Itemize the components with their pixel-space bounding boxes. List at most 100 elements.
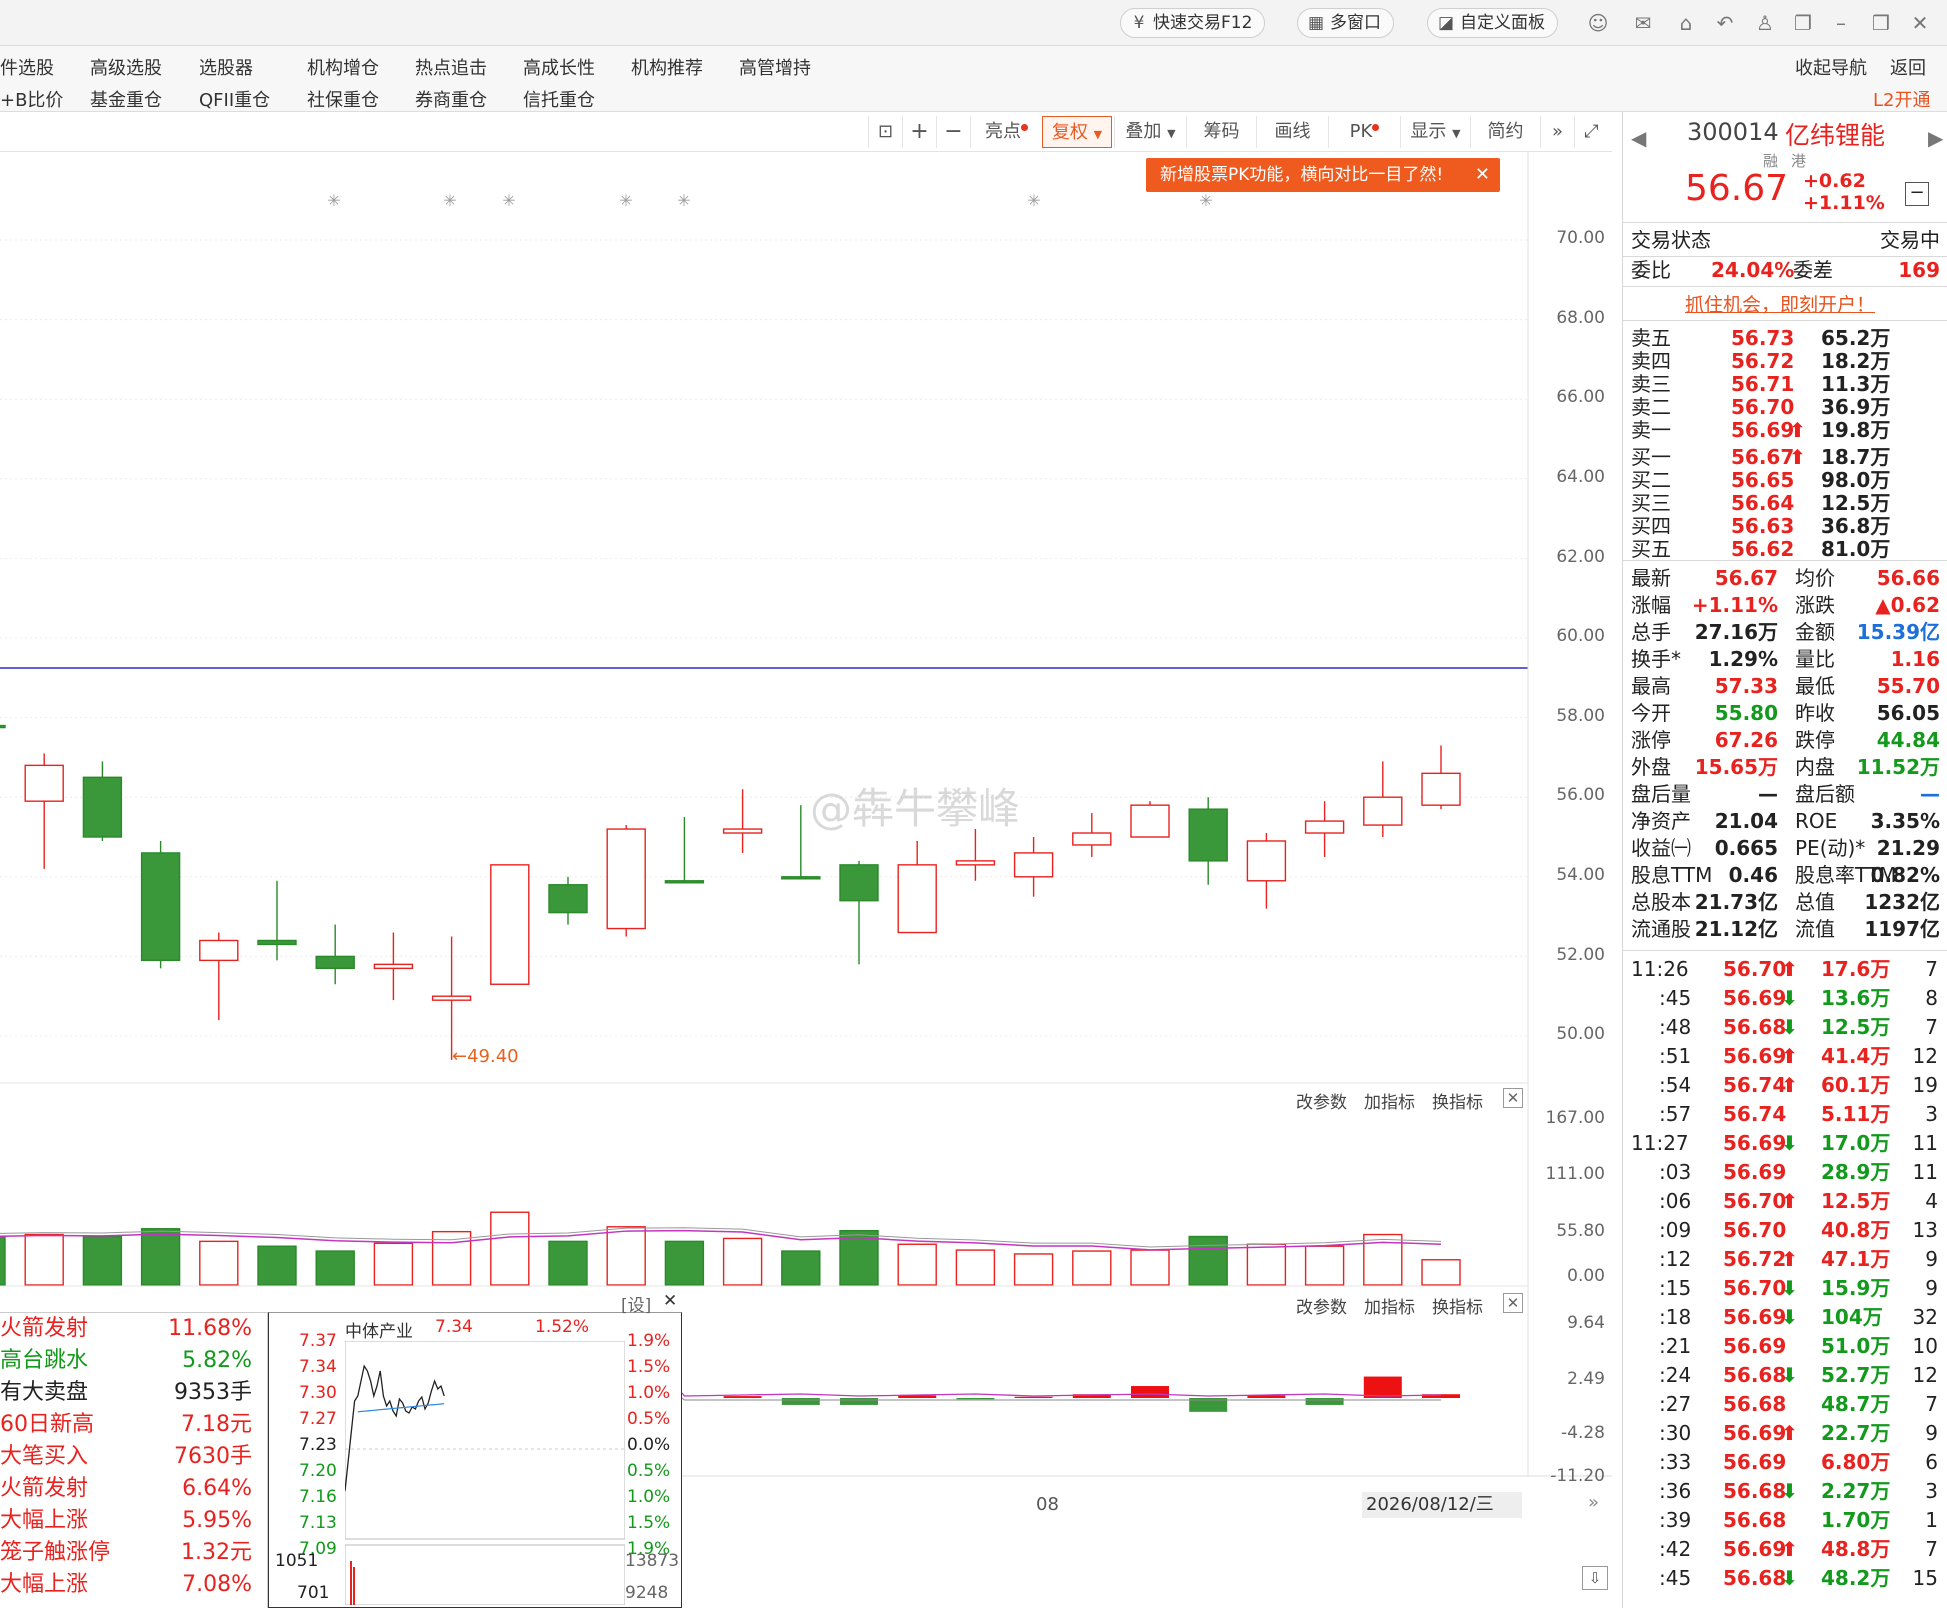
- stat-row: 盘后量 — 盘后额 —: [1631, 782, 1940, 806]
- candle-body: [1130, 804, 1170, 838]
- mini-pct-tick: 1.0%: [627, 1487, 671, 1507]
- nav-item[interactable]: 信托重仓: [523, 86, 595, 112]
- display-dropdown[interactable]: 显示 ▼: [1400, 116, 1470, 148]
- macd-tick: -4.28: [1561, 1423, 1605, 1443]
- home-icon[interactable]: ⌂: [1673, 10, 1699, 36]
- tick-row: :03 56.69 28.9万 11: [1659, 1160, 1938, 1184]
- undo-icon[interactable]: ↶: [1712, 10, 1738, 36]
- bid-row[interactable]: 买二 56.65 98.0万: [1623, 468, 1947, 492]
- stat-row: 最新 56.67 均价 56.66: [1631, 566, 1940, 590]
- prev-stock-icon[interactable]: ◀: [1631, 126, 1646, 150]
- restore-icon[interactable]: ❒: [1868, 10, 1894, 36]
- stat-row: 换手* 1.29% 量比 1.16: [1631, 647, 1940, 671]
- download-icon[interactable]: ⇩: [1582, 1566, 1608, 1590]
- nav-item[interactable]: 高级选股: [90, 54, 162, 80]
- ask-row[interactable]: 卖三 56.71 11.3万: [1623, 372, 1947, 396]
- volume-bar: [548, 1240, 588, 1286]
- bid-row[interactable]: 买三 56.64 12.5万: [1623, 491, 1947, 515]
- nav-item[interactable]: 选股器: [199, 54, 253, 80]
- ask-row[interactable]: 卖四 56.72 18.2万: [1623, 349, 1947, 373]
- adjust-dropdown[interactable]: 复权 ▼: [1042, 116, 1112, 148]
- ask-row[interactable]: 卖五 56.73 65.2万: [1623, 326, 1947, 350]
- tick-row: :45 56.69 ⬇ 13.6万 8: [1659, 986, 1938, 1010]
- settings-link[interactable]: [设]: [621, 1291, 651, 1316]
- overlay-dropdown[interactable]: 叠加 ▼: [1114, 116, 1186, 148]
- price-tick: 52.00: [1556, 945, 1605, 965]
- bid-row[interactable]: 买五 56.62 81.0万: [1623, 537, 1947, 561]
- collapse-icon[interactable]: −: [1905, 182, 1929, 206]
- alert-row[interactable]: 火箭发射 11.68%: [0, 1313, 268, 1345]
- nav-item[interactable]: 机构增仓: [307, 54, 379, 80]
- alert-row[interactable]: 火箭发射 6.64%: [0, 1473, 268, 1505]
- collapse-nav-link[interactable]: 收起导航: [1795, 54, 1867, 80]
- tick-row: :39 56.68 1.70万 1: [1659, 1508, 1938, 1532]
- zoom-out-icon[interactable]: −: [936, 116, 970, 148]
- close-icon[interactable]: ✕: [1907, 10, 1933, 36]
- minimize-icon[interactable]: –: [1828, 10, 1854, 36]
- pk-button[interactable]: PK: [1328, 116, 1400, 148]
- nav-item[interactable]: QFII重仓: [199, 86, 270, 112]
- mini-price-tick: 7.20: [299, 1461, 337, 1481]
- multi-window-button[interactable]: ▦ 多窗口: [1297, 8, 1394, 38]
- alert-row[interactable]: 有大卖盘 9353手: [0, 1377, 268, 1409]
- candle-body: [955, 860, 996, 866]
- simple-button[interactable]: 简约: [1470, 116, 1540, 148]
- nav-item[interactable]: 券商重仓: [415, 86, 487, 112]
- nav-item[interactable]: +B比价: [0, 86, 63, 112]
- fullscreen-icon[interactable]: ⤢: [1574, 116, 1608, 148]
- tick-row: :12 56.72 ⬆ 47.1万 9: [1659, 1247, 1938, 1271]
- mini-quote-popup[interactable]: [设] ✕ 中体产业 7.34 1.52% 7.37 7.34 7.30 7.27 7.…: [268, 1291, 682, 1608]
- close-icon[interactable]: ✕: [1503, 1088, 1523, 1108]
- nav-item[interactable]: 基金重仓: [90, 86, 162, 112]
- alert-row[interactable]: 高台跳水 5.82%: [0, 1345, 268, 1377]
- nav-item[interactable]: 热点追击: [415, 54, 487, 80]
- window-icon[interactable]: ❐: [1790, 10, 1816, 36]
- user-icon[interactable]: ☺: [1585, 10, 1611, 36]
- switch-indicator-link[interactable]: 换指标: [1432, 1293, 1483, 1318]
- shirt-icon[interactable]: ♙: [1752, 10, 1778, 36]
- volume-bar: [1130, 1249, 1170, 1286]
- alert-row[interactable]: 大幅上涨 7.08%: [0, 1569, 268, 1601]
- mini-pct-tick: 1.5%: [627, 1357, 671, 1377]
- open-account-link[interactable]: 抓住机会，即刻开户！: [1685, 290, 1875, 317]
- mini-price-tick: 7.27: [299, 1409, 337, 1429]
- scroll-right-icon[interactable]: »: [1588, 1492, 1599, 1513]
- lock-icon[interactable]: ⊡: [868, 116, 902, 148]
- alert-row[interactable]: 大幅上涨 5.95%: [0, 1505, 268, 1537]
- ask-row[interactable]: 卖二 56.70 36.9万: [1623, 395, 1947, 419]
- fast-forward-icon[interactable]: »: [1540, 116, 1574, 148]
- ask-row[interactable]: 卖一 56.69 ⬆ 19.8万: [1623, 418, 1947, 442]
- nav-item[interactable]: 社保重仓: [307, 86, 379, 112]
- quick-trade-button[interactable]: ¥ 快速交易F12: [1120, 8, 1266, 38]
- bright-button[interactable]: 亮点: [970, 116, 1042, 148]
- nav-item[interactable]: 高成长性: [523, 54, 595, 80]
- mail-icon[interactable]: ✉: [1630, 10, 1656, 36]
- nav-item[interactable]: 机构推荐: [631, 54, 703, 80]
- chips-button[interactable]: 筹码: [1186, 116, 1256, 148]
- nav-item[interactable]: 件选股: [0, 54, 54, 80]
- draw-button[interactable]: 画线: [1256, 116, 1328, 148]
- l2-link[interactable]: L2开通: [1873, 86, 1930, 112]
- close-icon[interactable]: ✕: [1503, 1293, 1523, 1313]
- back-link[interactable]: 返回: [1890, 54, 1926, 80]
- bid-row[interactable]: 买四 56.63 36.8万: [1623, 514, 1947, 538]
- event-marker: ✳: [502, 191, 515, 210]
- tick-row: :15 56.70 ⬇ 15.9万 9: [1659, 1276, 1938, 1300]
- switch-indicator-link[interactable]: 换指标: [1432, 1088, 1483, 1113]
- custom-panel-button[interactable]: ◪ 自定义面板: [1427, 8, 1558, 38]
- macd-bar: [956, 1398, 995, 1400]
- next-stock-icon[interactable]: ▶: [1928, 126, 1943, 150]
- change-param-link[interactable]: 改参数: [1296, 1293, 1347, 1318]
- alert-row[interactable]: 大笔买入 7630手: [0, 1441, 268, 1473]
- nav-item[interactable]: 高管增持: [739, 54, 811, 80]
- bid-row[interactable]: 买一 56.67 ⬆ 18.7万: [1623, 445, 1947, 469]
- change-param-link[interactable]: 改参数: [1296, 1088, 1347, 1113]
- tick-row: :09 56.70 40.8万 13: [1659, 1218, 1938, 1242]
- add-indicator-link[interactable]: 加指标: [1364, 1088, 1415, 1113]
- event-marker: ✳: [619, 191, 632, 210]
- close-icon[interactable]: ✕: [663, 1291, 677, 1311]
- zoom-in-icon[interactable]: +: [902, 116, 936, 148]
- alert-row[interactable]: 笼子触涨停 1.32元: [0, 1537, 268, 1569]
- add-indicator-link[interactable]: 加指标: [1364, 1293, 1415, 1318]
- alert-row[interactable]: 60日新高 7.18元: [0, 1409, 268, 1441]
